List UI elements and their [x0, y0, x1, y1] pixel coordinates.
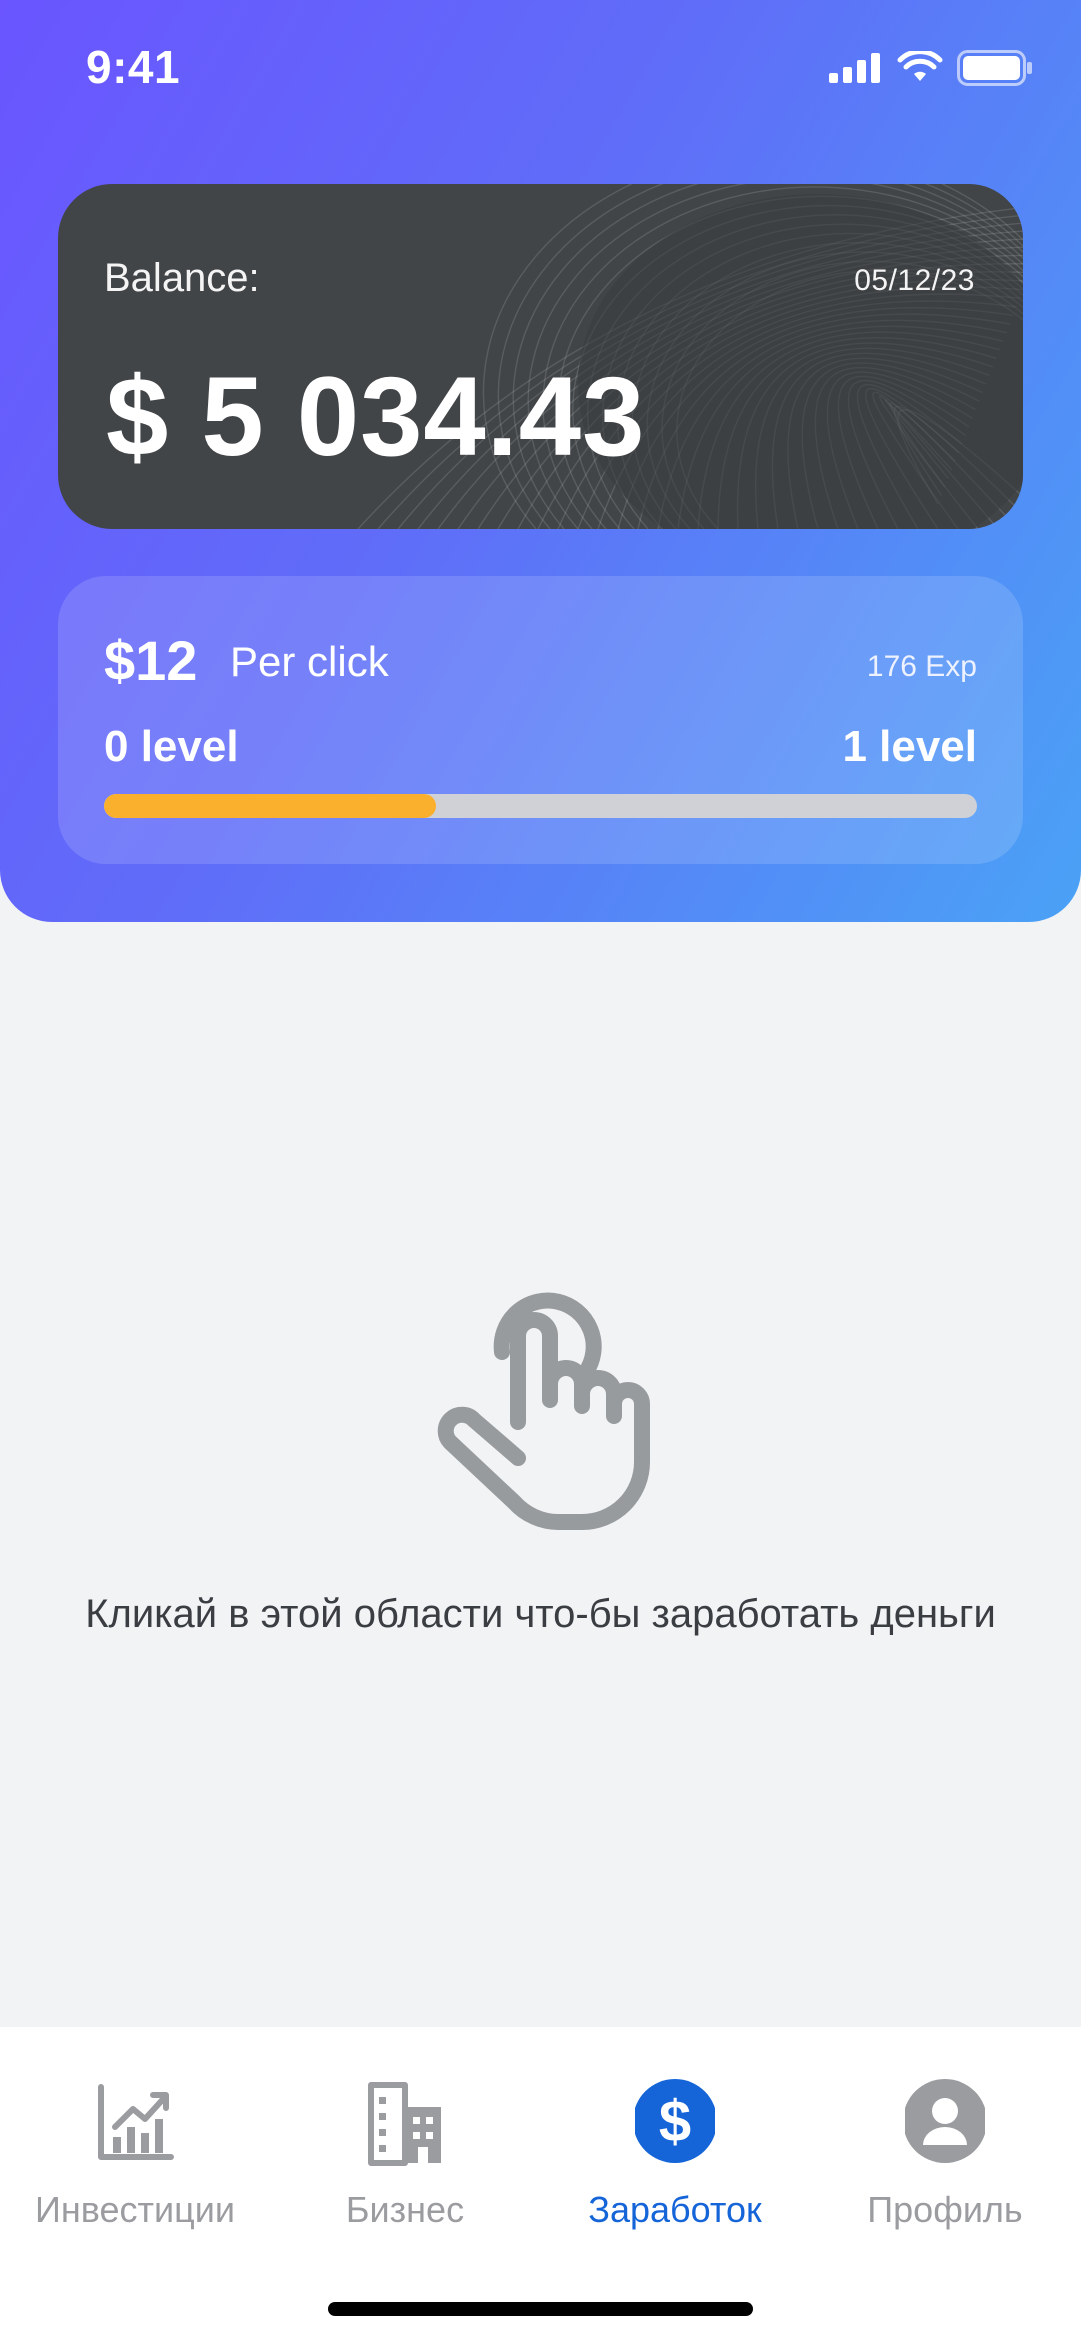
building-icon — [368, 2082, 441, 2166]
svg-text:$: $ — [659, 2089, 691, 2154]
status-bar: 9:41 — [0, 0, 1081, 130]
battery-icon — [957, 50, 1032, 86]
tab-bar: Инвестиции Бизнес $ Заработок Профиль — [0, 2027, 1081, 2340]
per-click-value: $12 — [104, 629, 198, 692]
header: 9:41 Balance: 05/12/23 $ 5 034.43 $12 Pe… — [0, 0, 1081, 922]
tab-business[interactable]: Бизнес — [270, 2047, 540, 2247]
current-level: 0 level — [104, 722, 239, 771]
balance-amount: $ 5 034.43 — [106, 354, 646, 479]
tab-investments[interactable]: Инвестиции — [0, 2047, 270, 2247]
status-icons — [829, 50, 1033, 86]
tab-label-business: Бизнес — [345, 2189, 465, 2230]
status-time: 9:41 — [86, 41, 181, 93]
signal-icon — [829, 53, 880, 83]
tap-hint-text: Кликай в этой области что-бы заработать … — [85, 1592, 996, 1636]
tap-area[interactable]: Кликай в этой области что-бы заработать … — [0, 922, 1081, 2027]
balance-label: Balance: — [104, 256, 260, 300]
level-progress-bar — [104, 794, 977, 818]
per-click-card: $12 Per click 176 Exp 0 level 1 level — [58, 576, 1023, 864]
home-indicator — [328, 2302, 753, 2316]
tab-label-investments: Инвестиции — [35, 2189, 235, 2230]
dollar-icon: $ — [635, 2079, 715, 2163]
level-progress-fill — [104, 794, 436, 818]
exp-value: 176 Exp — [866, 650, 977, 683]
profile-icon — [905, 2079, 985, 2163]
tab-profile[interactable]: Профиль — [810, 2047, 1080, 2247]
next-level: 1 level — [842, 722, 977, 771]
tab-label-profile: Профиль — [867, 2189, 1023, 2230]
balance-card: Balance: 05/12/23 $ 5 034.43 — [58, 184, 1023, 529]
tab-earnings[interactable]: $ Заработок — [540, 2047, 810, 2247]
wifi-icon — [897, 51, 943, 81]
balance-date: 05/12/23 — [854, 264, 975, 297]
tab-label-earnings: Заработок — [588, 2189, 762, 2230]
tap-hand-icon — [437, 1292, 650, 1530]
chart-icon — [98, 2084, 174, 2160]
per-click-label: Per click — [230, 638, 389, 685]
